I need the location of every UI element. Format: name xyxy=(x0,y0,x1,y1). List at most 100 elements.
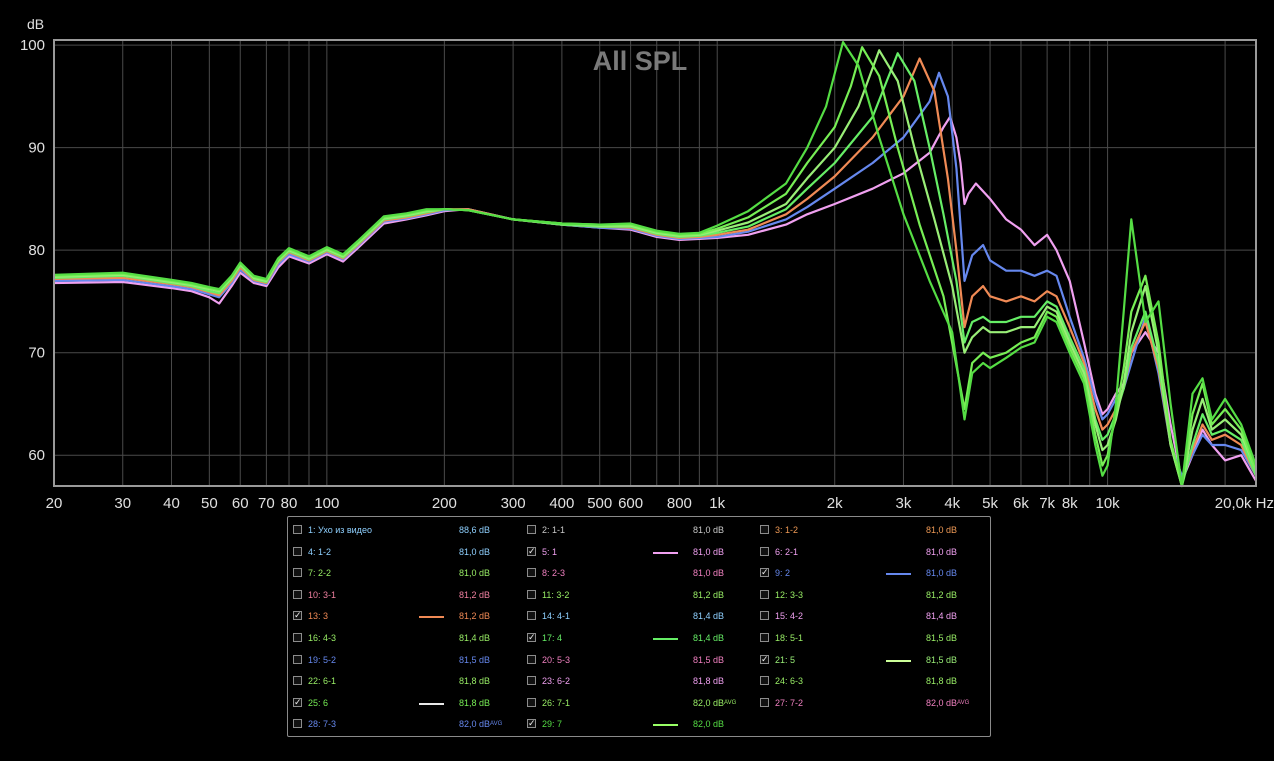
legend-value: 81,0 dB xyxy=(926,525,958,535)
legend-checkbox[interactable] xyxy=(760,589,769,599)
legend-label: 26: 7-1 xyxy=(542,697,571,708)
x-tick-label: 80 xyxy=(281,495,298,512)
x-tick-label: 7k xyxy=(1039,495,1055,512)
legend-value: 81,0 dB xyxy=(926,546,958,557)
legend-value: 81,5 dB xyxy=(926,654,958,665)
legend-item: ✓ 17: 4 81,4 dB xyxy=(527,632,752,646)
legend-value: 88,6 dB xyxy=(459,525,491,535)
legend-checkbox[interactable] xyxy=(527,697,536,707)
legend-item: 19: 5-2 81,5 dB xyxy=(293,654,518,668)
legend-checkbox[interactable] xyxy=(760,697,769,707)
legend-checkbox[interactable] xyxy=(293,654,302,664)
legend-checkbox[interactable]: ✓ xyxy=(527,546,536,556)
legend-checkbox[interactable]: ✓ xyxy=(760,568,769,578)
x-tick-label: 300 xyxy=(501,495,526,512)
legend-label: 20: 5-3 xyxy=(542,654,571,665)
legend-label: 2: 1-1 xyxy=(542,525,566,535)
legend-label: 22: 6-1 xyxy=(308,676,337,687)
legend-value: 81,5 dB xyxy=(459,654,491,665)
legend-checkbox[interactable] xyxy=(527,525,536,534)
x-tick-label: 8k xyxy=(1062,495,1078,512)
legend-label: 27: 7-2 xyxy=(775,697,804,708)
legend-label: 29: 7 xyxy=(542,719,563,730)
legend-item: 15: 4-2 81,4 dB xyxy=(760,610,985,624)
y-tick-label: 90 xyxy=(28,140,45,157)
legend-item: ✓ 21: 5 81,5 dB xyxy=(760,654,985,668)
legend-value: 81,4 dB xyxy=(693,611,725,622)
legend-value: 81,2 dB xyxy=(926,589,958,600)
x-tick-label: 30 xyxy=(114,495,131,512)
legend-checkbox[interactable] xyxy=(760,633,769,642)
legend-item: 28: 7-3 82,0 dBAVG xyxy=(293,718,518,732)
legend-value: 81,0 dB xyxy=(693,568,725,579)
legend-checkbox[interactable]: ✓ xyxy=(527,633,536,642)
legend-checkbox[interactable] xyxy=(527,676,536,686)
legend-item: 10: 3-1 81,2 dB xyxy=(293,589,518,603)
legend-checkbox[interactable] xyxy=(760,676,769,686)
legend-value: 81,0 dB xyxy=(459,546,491,557)
legend-label: 1: Ухо из видео xyxy=(308,525,372,535)
legend-value: 82,0 dBAVG xyxy=(693,697,737,708)
legend-value: 81,8 dB xyxy=(693,676,725,687)
legend-item: 14: 4-1 81,4 dB xyxy=(527,610,752,624)
legend-value: 81,2 dB xyxy=(459,611,491,622)
x-tick-label: 5k xyxy=(982,495,998,512)
legend-checkbox[interactable] xyxy=(293,589,302,599)
legend-checkbox[interactable] xyxy=(293,719,302,729)
legend-avg-marker: AVG xyxy=(490,721,503,728)
legend-label: 19: 5-2 xyxy=(308,654,337,665)
legend-checkbox[interactable] xyxy=(527,611,536,621)
x-tick-label: 40 xyxy=(163,495,180,512)
legend-checkbox[interactable] xyxy=(760,525,769,534)
legend-checkbox[interactable] xyxy=(527,568,536,578)
x-tick-label: 800 xyxy=(667,495,692,512)
legend-value: 81,8 dB xyxy=(459,676,491,687)
legend-checkbox[interactable] xyxy=(293,525,302,534)
legend-checkbox[interactable] xyxy=(760,611,769,621)
legend-value: 82,0 dBAVG xyxy=(926,697,970,708)
y-tick-label: 80 xyxy=(28,242,45,259)
legend-value: 81,4 dB xyxy=(459,633,491,643)
x-tick-label: 6k xyxy=(1013,495,1029,512)
legend-value: 81,5 dB xyxy=(693,654,725,665)
legend-checkbox[interactable]: ✓ xyxy=(760,654,769,664)
y-tick-label: 100 xyxy=(20,37,45,54)
legend-value: 81,0 dB xyxy=(693,525,725,535)
x-tick-label: 200 xyxy=(432,495,457,512)
legend-item: 1: Ухо из видео 88,6 dB xyxy=(293,524,518,538)
legend-checkbox[interactable]: ✓ xyxy=(527,719,536,729)
legend-label: 13: 3 xyxy=(308,611,329,622)
legend-label: 10: 3-1 xyxy=(308,589,337,600)
x-tick-label: 50 xyxy=(201,495,218,512)
y-tick-label: 60 xyxy=(28,447,45,464)
legend-label: 21: 5 xyxy=(775,654,796,665)
x-tick-label: 400 xyxy=(549,495,574,512)
legend-value: 81,4 dB xyxy=(926,611,958,622)
legend-swatch xyxy=(886,659,911,662)
legend-item: 16: 4-3 81,4 dB xyxy=(293,632,518,646)
legend-avg-marker: AVG xyxy=(724,699,737,706)
legend-checkbox[interactable] xyxy=(760,546,769,556)
legend-item: 24: 6-3 81,8 dB xyxy=(760,675,985,689)
legend-checkbox[interactable] xyxy=(293,568,302,578)
x-tick-label: 500 xyxy=(587,495,612,512)
legend-checkbox[interactable]: ✓ xyxy=(293,697,302,707)
legend-item: ✓ 9: 2 81,0 dB xyxy=(760,567,985,581)
x-tick-label: 60 xyxy=(232,495,249,512)
legend-checkbox[interactable] xyxy=(527,654,536,664)
legend-label: 9: 2 xyxy=(775,568,791,579)
legend-checkbox[interactable] xyxy=(293,676,302,686)
legend-swatch xyxy=(653,551,678,554)
plot-background xyxy=(0,0,1274,515)
legend-checkbox[interactable] xyxy=(293,633,302,642)
legend-item: 8: 2-3 81,0 dB xyxy=(527,567,752,581)
legend-item: 18: 5-1 81,5 dB xyxy=(760,632,985,646)
legend-checkbox[interactable]: ✓ xyxy=(293,611,302,621)
legend-item: ✓ 5: 1 81,0 dB xyxy=(527,546,752,560)
legend-value: 81,4 dB xyxy=(693,633,725,643)
legend-checkbox[interactable] xyxy=(293,546,302,556)
x-tick-label: 20 xyxy=(46,495,63,512)
legend-label: 6: 2-1 xyxy=(775,546,799,557)
legend-checkbox[interactable] xyxy=(527,589,536,599)
legend-value: 81,8 dB xyxy=(459,697,491,708)
